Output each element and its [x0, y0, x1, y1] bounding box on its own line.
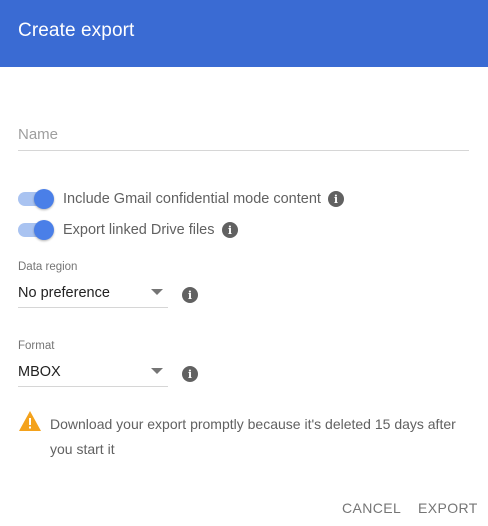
linked-drive-files-toggle[interactable]	[18, 220, 54, 240]
data-region-label: Data region	[18, 261, 78, 273]
confidential-mode-label: Include Gmail confidential mode content	[63, 191, 321, 207]
info-icon[interactable]: i	[182, 366, 198, 382]
format-label: Format	[18, 340, 55, 352]
format-value: MBOX	[18, 364, 61, 380]
toggle-row-drive: Export linked Drive files	[18, 219, 215, 241]
toggle-knob	[34, 220, 54, 240]
dialog-header: Create export	[0, 0, 488, 67]
dropdown-arrow-icon	[151, 289, 163, 295]
name-field[interactable]	[18, 118, 469, 151]
toggle-row-confidential: Include Gmail confidential mode content	[18, 188, 321, 210]
export-button[interactable]: EXPORT	[418, 500, 478, 516]
data-region-select[interactable]: No preference	[18, 280, 168, 308]
confidential-mode-toggle[interactable]	[18, 189, 54, 209]
toggle-knob	[34, 189, 54, 209]
info-icon[interactable]: i	[222, 222, 238, 238]
info-icon[interactable]: i	[182, 287, 198, 303]
format-select[interactable]: MBOX	[18, 359, 168, 387]
data-region-value: No preference	[18, 285, 110, 301]
dialog-title: Create export	[18, 20, 135, 41]
dropdown-arrow-icon	[151, 368, 163, 374]
linked-drive-files-label: Export linked Drive files	[63, 222, 215, 238]
info-icon[interactable]: i	[328, 191, 344, 207]
warning-message: Download your export promptly because it…	[50, 416, 456, 457]
cancel-button[interactable]: CANCEL	[342, 500, 401, 516]
warning-icon	[19, 411, 41, 431]
